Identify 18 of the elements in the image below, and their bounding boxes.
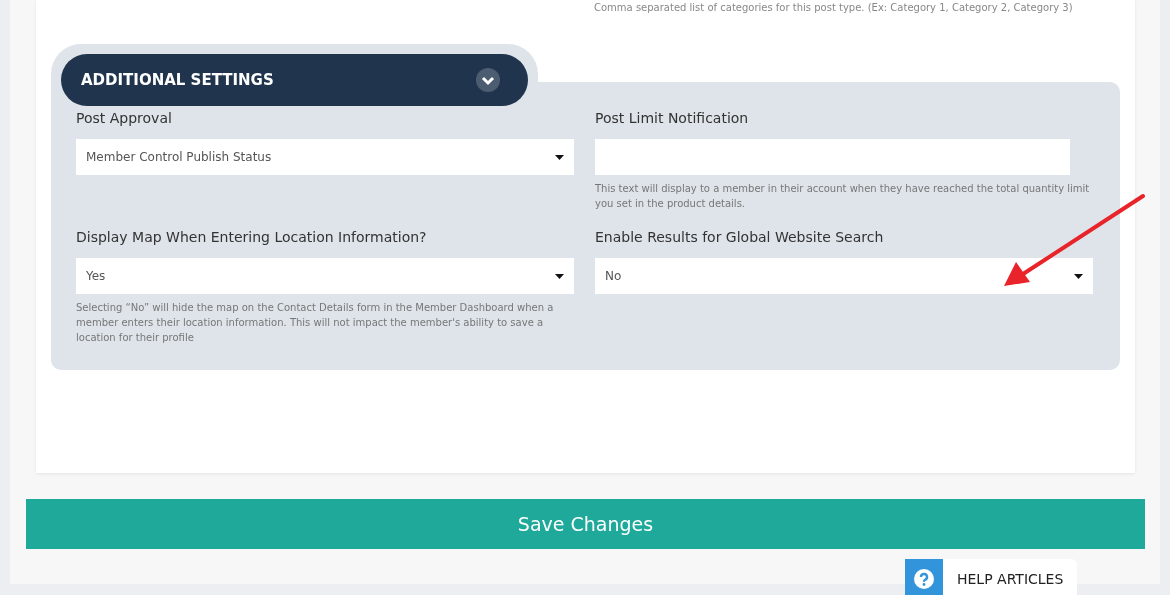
help-text: Comma separated list of categories for this post type. (Ex: Category 1, Category 2, Category 3) — [593, 1, 1074, 14]
section-header[interactable]: ADDITIONAL SETTINGS — [61, 54, 528, 106]
help-text: Selecting “No” will hide the map on the Contact Details form in the Member Dashboard when a member enters their location information. This will not impact the member's ability to save a location for their profile — [76, 301, 555, 345]
dropdown-field[interactable]: No — [595, 258, 1093, 294]
field-label: Display Map When Entering Location Information? — [76, 228, 427, 247]
dropdown-field[interactable]: Yes — [76, 258, 574, 294]
chevron-icon — [476, 68, 500, 92]
input-field[interactable] — [595, 139, 1070, 175]
caret-icon — [555, 154, 564, 160]
field-label: Post Limit Notification — [595, 109, 749, 128]
question-icon — [914, 569, 934, 589]
dropdown-field[interactable]: Member Control Publish Status — [76, 139, 574, 175]
caret-icon — [555, 273, 564, 279]
field-label: Enable Results for Global Website Search — [595, 228, 884, 247]
field-label: Post Approval — [76, 109, 172, 128]
help-text: This text will display to a member in their account when they have reached the total quantity limit you set in the product details. — [595, 182, 1091, 211]
caret-icon — [1074, 273, 1083, 279]
help-articles-button[interactable]: HELP ARTICLES — [905, 559, 1078, 595]
